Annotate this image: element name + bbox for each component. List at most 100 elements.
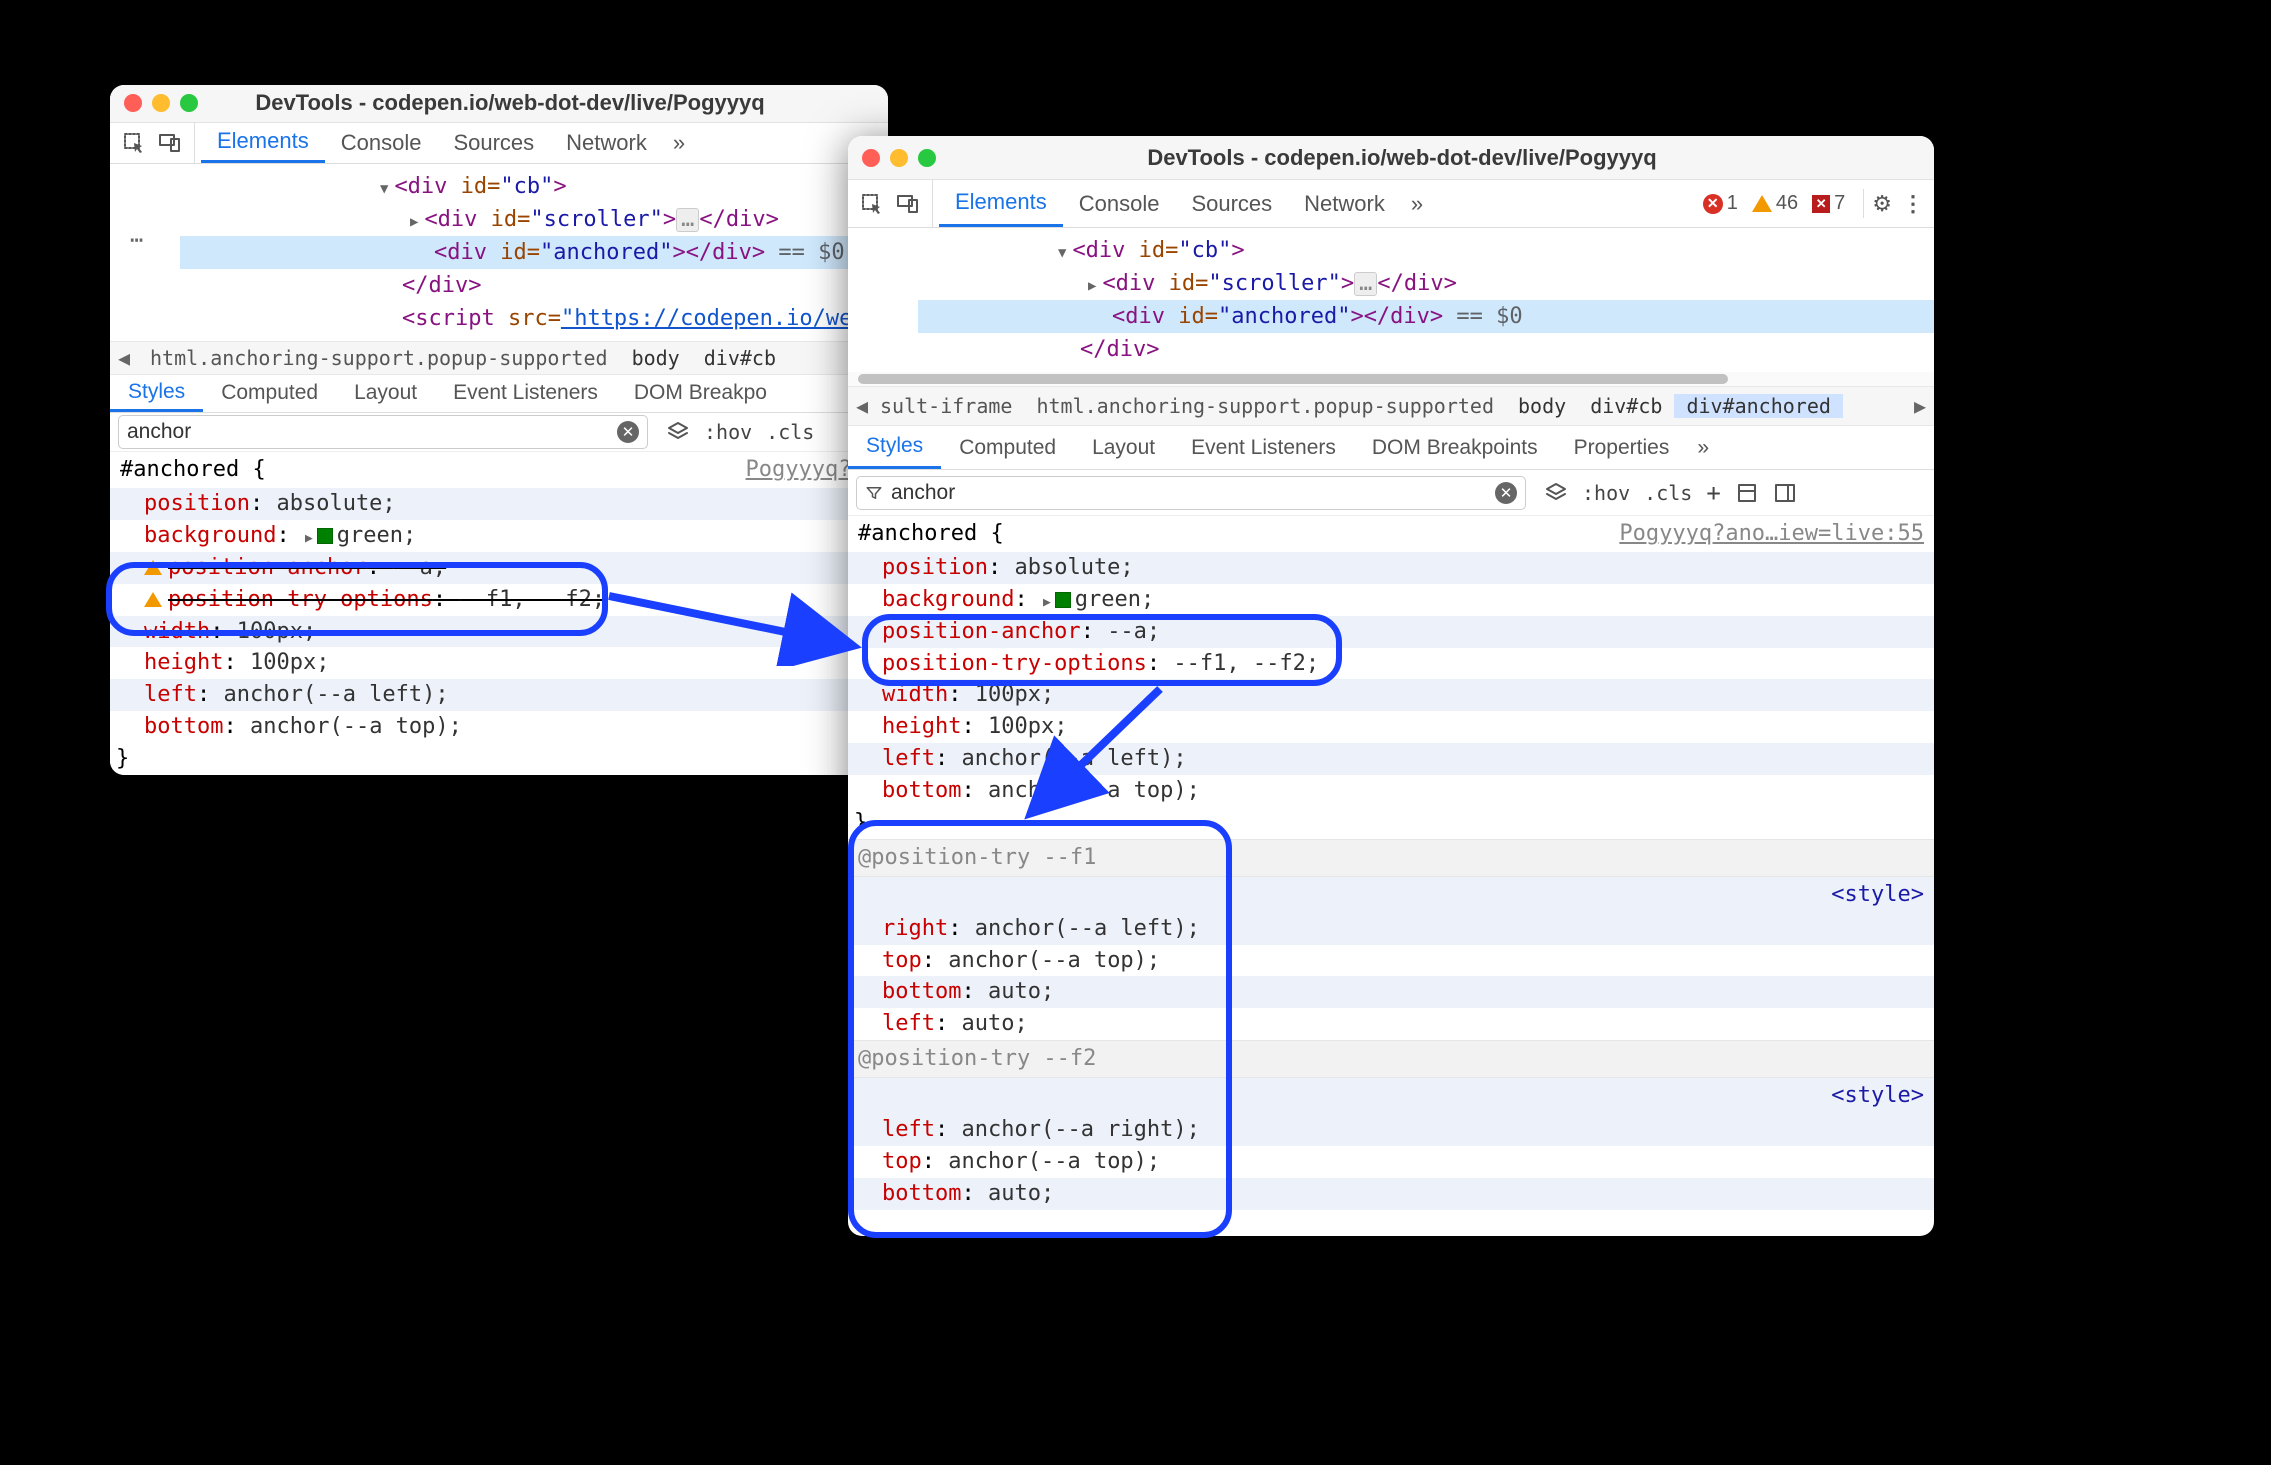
css-declaration[interactable]: position: absolute; xyxy=(848,552,1934,584)
crumb-iframe[interactable]: sult-iframe xyxy=(876,394,1024,418)
toolbar: Elements Console Sources Network » xyxy=(110,123,888,164)
breadcrumb: ◀ sult-iframe html.anchoring-support.pop… xyxy=(848,386,1934,426)
styles-panel[interactable]: #anchored { Pogyyyq?ano…iew=live:55 posit… xyxy=(848,516,1934,1210)
settings-icon[interactable]: ⚙ xyxy=(1872,191,1892,217)
css-declaration[interactable]: bottom: anchor(--a top); xyxy=(110,711,888,743)
tab-console[interactable]: Console xyxy=(1063,180,1176,227)
tab-elements[interactable]: Elements xyxy=(939,180,1063,227)
css-declaration[interactable]: position-try-options: --f1, --f2; xyxy=(848,648,1934,680)
crumb-body[interactable]: body xyxy=(620,346,692,370)
css-declaration[interactable]: height: 100px; xyxy=(110,647,888,679)
position-try-header-f1[interactable]: @position-try --f1 xyxy=(848,839,1934,877)
style-link[interactable]: <style> xyxy=(1831,882,1924,907)
toggle-pane-icon[interactable] xyxy=(1773,481,1797,505)
css-declaration[interactable]: height: 100px; xyxy=(848,711,1934,743)
tab-elements[interactable]: Elements xyxy=(201,123,325,163)
styles-filter-input[interactable]: anchor ✕ xyxy=(856,476,1526,510)
css-declaration[interactable]: background: green; xyxy=(848,584,1934,616)
rule-selector[interactable]: #anchored { xyxy=(120,454,266,486)
overflow-indicator: ⋯ xyxy=(130,224,147,257)
css-declaration[interactable]: left: anchor(--a left); xyxy=(848,743,1934,775)
subtab-layout[interactable]: Layout xyxy=(336,375,435,412)
crumb-next-icon[interactable]: ▶ xyxy=(1906,394,1934,418)
horizontal-scrollbar[interactable] xyxy=(848,372,1934,386)
inspect-icon[interactable] xyxy=(860,192,884,216)
css-declaration[interactable]: background: green; xyxy=(110,520,888,552)
hov-toggle[interactable]: :hov xyxy=(1582,481,1630,505)
css-declaration[interactable]: left: auto; xyxy=(848,1008,1934,1040)
subtab-styles[interactable]: Styles xyxy=(848,426,941,469)
issue-icon: ✕ xyxy=(1812,195,1830,213)
subtab-eventlisteners[interactable]: Event Listeners xyxy=(435,375,616,412)
css-declaration[interactable]: width: 100px; xyxy=(848,679,1934,711)
css-declaration[interactable]: bottom: auto; xyxy=(848,976,1934,1008)
close-icon[interactable] xyxy=(862,149,880,167)
tab-sources[interactable]: Sources xyxy=(437,123,550,163)
new-rule-icon[interactable]: + xyxy=(1706,479,1720,507)
rule-selector[interactable]: #anchored { xyxy=(858,518,1004,550)
css-declaration[interactable]: top: anchor(--a top); xyxy=(848,1146,1934,1178)
crumb-divcb[interactable]: div#cb xyxy=(692,346,788,370)
rule-source[interactable]: Pogyyyq?ano…iew=live:55 xyxy=(1619,518,1924,550)
layers-icon[interactable] xyxy=(1544,481,1568,505)
css-declaration[interactable]: bottom: auto; xyxy=(848,1178,1934,1210)
status-badges[interactable]: ✕1 46 ✕7 xyxy=(1693,192,1856,215)
subtab-dombreakpoints[interactable]: DOM Breakpoints xyxy=(1354,426,1556,469)
css-declaration[interactable]: right: anchor(--a left); xyxy=(848,913,1934,945)
styles-panel[interactable]: #anchored {Pogyyyq?an position: absolute… xyxy=(110,452,888,775)
dom-tree[interactable]: <div id="cb"> <div id="scroller">…</div>… xyxy=(848,228,1934,372)
titlebar[interactable]: DevTools - codepen.io/web-dot-dev/live/P… xyxy=(110,85,888,123)
hov-toggle[interactable]: :hov xyxy=(704,420,752,444)
tab-console[interactable]: Console xyxy=(325,123,438,163)
css-declaration[interactable]: top: anchor(--a top); xyxy=(848,945,1934,977)
tab-sources[interactable]: Sources xyxy=(1175,180,1288,227)
more-tabs[interactable]: » xyxy=(1401,191,1433,217)
error-icon: ✕ xyxy=(1703,194,1723,214)
css-declaration[interactable]: bottom: anchor(--a top); xyxy=(848,775,1934,807)
css-declaration[interactable]: position-try-options: --f1, --f2; xyxy=(110,584,888,616)
style-link[interactable]: <style> xyxy=(1831,1083,1924,1108)
css-declaration[interactable]: left: anchor(--a left); xyxy=(110,679,888,711)
subtab-styles[interactable]: Styles xyxy=(110,375,203,412)
devtools-window-after: DevTools - codepen.io/web-dot-dev/live/P… xyxy=(848,136,1934,1236)
close-icon[interactable] xyxy=(124,94,142,112)
subtab-dombreakpoints[interactable]: DOM Breakpo xyxy=(616,375,785,412)
tab-network[interactable]: Network xyxy=(1288,180,1401,227)
tab-network[interactable]: Network xyxy=(550,123,663,163)
computed-style-icon[interactable] xyxy=(1735,481,1759,505)
css-declaration[interactable]: position-anchor: --a; xyxy=(110,552,888,584)
crumb-prev-icon[interactable]: ◀ xyxy=(110,346,138,370)
subtab-eventlisteners[interactable]: Event Listeners xyxy=(1173,426,1354,469)
subtab-computed[interactable]: Computed xyxy=(203,375,336,412)
decl-list: position: absolute;background: green;pos… xyxy=(848,552,1934,807)
crumb-html[interactable]: html.anchoring-support.popup-supported xyxy=(138,346,620,370)
css-declaration[interactable]: position-anchor: --a; xyxy=(848,616,1934,648)
crumb-prev-icon[interactable]: ◀ xyxy=(848,394,876,418)
kebab-menu-icon[interactable]: ⋮ xyxy=(1892,191,1934,217)
subtab-properties[interactable]: Properties xyxy=(1556,426,1688,469)
device-toggle-icon[interactable] xyxy=(158,131,182,155)
styles-filter-input[interactable]: anchor ✕ xyxy=(118,415,648,449)
crumb-html[interactable]: html.anchoring-support.popup-supported xyxy=(1024,394,1506,418)
crumb-divanchored[interactable]: div#anchored xyxy=(1674,394,1843,418)
inspect-icon[interactable] xyxy=(122,131,146,155)
more-subtabs[interactable]: » xyxy=(1687,436,1719,460)
layers-icon[interactable] xyxy=(666,420,690,444)
more-tabs[interactable]: » xyxy=(663,130,695,156)
subtab-computed[interactable]: Computed xyxy=(941,426,1074,469)
subtab-layout[interactable]: Layout xyxy=(1074,426,1173,469)
crumb-divcb[interactable]: div#cb xyxy=(1578,394,1674,418)
filter-value: anchor xyxy=(891,481,955,505)
css-declaration[interactable]: width: 100px; xyxy=(110,616,888,648)
titlebar[interactable]: DevTools - codepen.io/web-dot-dev/live/P… xyxy=(848,136,1934,180)
css-declaration[interactable]: left: anchor(--a right); xyxy=(848,1114,1934,1146)
position-try-header-f2[interactable]: @position-try --f2 xyxy=(848,1040,1934,1078)
device-toggle-icon[interactable] xyxy=(896,192,920,216)
css-declaration[interactable]: position: absolute; xyxy=(110,488,888,520)
clear-filter-icon[interactable]: ✕ xyxy=(617,421,639,443)
cls-toggle[interactable]: .cls xyxy=(1644,481,1692,505)
dom-tree[interactable]: ⋯ <div id="cb"> <div id="scroller">…</di… xyxy=(110,164,888,341)
clear-filter-icon[interactable]: ✕ xyxy=(1495,482,1517,504)
cls-toggle[interactable]: .cls xyxy=(766,420,814,444)
crumb-body[interactable]: body xyxy=(1506,394,1578,418)
